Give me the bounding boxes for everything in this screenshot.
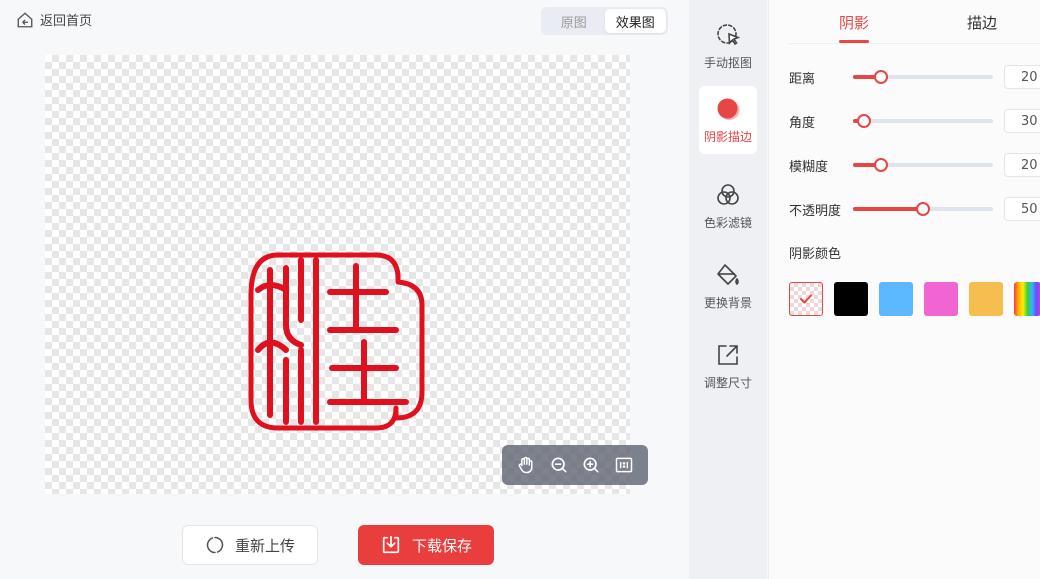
tab-shadow[interactable]: 阴影 <box>839 12 869 33</box>
slider-row-blur: 模糊度 % <box>789 153 1040 177</box>
tab-stroke[interactable]: 描边 <box>967 12 997 33</box>
tool-color-filter[interactable]: 色彩滤镜 <box>699 172 757 240</box>
zoom-toolbar <box>502 445 648 485</box>
tool-manual-cutout[interactable]: 手动抠图 <box>699 12 757 80</box>
zoom-out-icon <box>551 457 567 473</box>
angle-input[interactable] <box>1004 109 1040 133</box>
pan-hand-button[interactable] <box>515 454 537 476</box>
distance-slider[interactable] <box>853 70 993 84</box>
opacity-slider[interactable] <box>853 202 993 216</box>
settings-panel: 阴影 描边 距离 角度 模糊度 % 不透明度 % 阴影颜色 <box>768 0 1040 579</box>
slider-label: 距离 <box>789 72 816 87</box>
swatch-custom-color[interactable] <box>1014 282 1040 316</box>
shadow-circle-icon <box>717 98 740 120</box>
swatch-pink[interactable] <box>924 282 958 316</box>
seal-image <box>248 252 425 431</box>
zoom-out-button[interactable] <box>548 454 570 476</box>
download-label: 下载保存 <box>411 536 472 555</box>
tool-resize[interactable]: 调整尺寸 <box>699 332 757 400</box>
slider-label: 模糊度 <box>789 160 829 175</box>
download-button[interactable]: 下载保存 <box>358 525 494 565</box>
tool-label: 色彩滤镜 <box>703 215 752 230</box>
slider-handle[interactable] <box>874 158 888 172</box>
swatch-yellow[interactable] <box>969 282 1003 316</box>
slider-handle[interactable] <box>857 114 872 128</box>
slider-row-angle: 角度 <box>789 109 1040 133</box>
check-icon <box>800 294 812 304</box>
opacity-input[interactable] <box>1004 197 1040 221</box>
active-tab-indicator <box>839 40 869 43</box>
refresh-icon <box>206 536 224 554</box>
tool-label: 手动抠图 <box>703 55 752 70</box>
tool-label: 更换背景 <box>703 295 752 310</box>
hand-icon <box>518 456 533 474</box>
tool-label: 阴影描边 <box>703 129 752 144</box>
resize-icon <box>718 344 738 365</box>
one-to-one-icon <box>615 457 632 473</box>
tool-sidebar: 手动抠图 阴影描边 色彩滤镜 更换背景 调整尺寸 <box>689 0 767 579</box>
swatch-blue[interactable] <box>879 282 913 316</box>
view-original-tab[interactable]: 原图 <box>543 9 605 33</box>
shadow-color-label: 阴影颜色 <box>789 247 842 262</box>
view-result-tab[interactable]: 效果图 <box>604 9 666 33</box>
back-home-label: 返回首页 <box>40 14 93 29</box>
reupload-button[interactable]: 重新上传 <box>182 525 318 565</box>
angle-slider[interactable] <box>853 114 993 128</box>
slider-handle[interactable] <box>916 202 930 216</box>
paint-bucket-icon <box>717 263 739 285</box>
slider-label: 角度 <box>789 116 816 131</box>
slider-row-distance: 距离 <box>789 65 1040 89</box>
tool-change-background[interactable]: 更换背景 <box>699 252 757 320</box>
zoom-in-button[interactable] <box>580 454 602 476</box>
zoom-in-icon <box>583 457 599 473</box>
color-filter-icon <box>717 183 739 205</box>
back-home-link[interactable]: 返回首页 <box>16 10 92 29</box>
swatch-none[interactable] <box>789 282 823 316</box>
blur-input[interactable] <box>1004 153 1040 177</box>
swatch-black[interactable] <box>834 282 868 316</box>
tool-shadow-stroke[interactable]: 阴影描边 <box>699 86 757 154</box>
actual-size-button[interactable] <box>613 454 635 476</box>
distance-input[interactable] <box>1004 65 1040 89</box>
download-icon <box>382 535 400 554</box>
slider-label: 不透明度 <box>789 204 842 219</box>
tool-label: 调整尺寸 <box>703 375 752 390</box>
view-toggle: 原图 效果图 <box>541 7 668 35</box>
slider-handle[interactable] <box>874 70 888 84</box>
slider-row-opacity: 不透明度 % <box>789 197 1040 221</box>
blur-slider[interactable] <box>853 158 993 172</box>
cursor-select-icon <box>717 23 741 45</box>
panel-tabs: 阴影 描边 <box>789 0 1040 44</box>
reupload-label: 重新上传 <box>234 536 295 555</box>
home-icon <box>17 11 33 27</box>
